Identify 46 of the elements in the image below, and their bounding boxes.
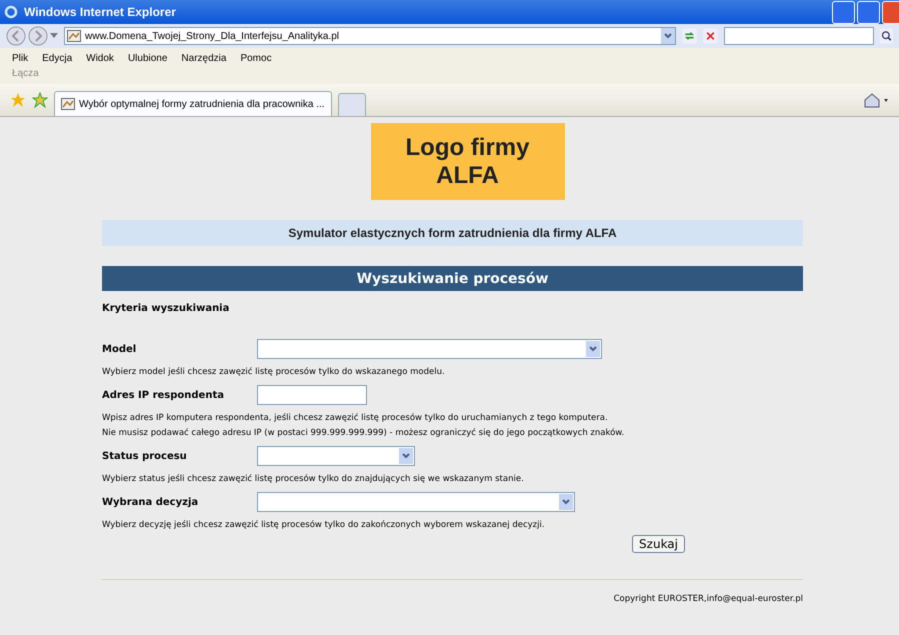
menu-item[interactable]: Ulubione [128,52,168,64]
browser-logo-icon [4,5,18,19]
logo-text: ALFA [436,162,499,190]
dropdown[interactable] [257,339,602,359]
new-tab-button[interactable] [338,93,366,116]
menu-item[interactable]: Narzędzia [181,52,226,64]
browser-tab[interactable]: Wybór optymalnej formy zatrudnienia dla pracownika ... [54,91,332,116]
input-field[interactable] [257,385,367,405]
refresh-icon[interactable] [682,27,698,45]
minimize-button[interactable] [832,0,855,24]
field-label: Status procesu [102,450,188,462]
field-label: Model [102,344,138,354]
hint-text: Wybierz decyzję jeśli chcesz zawęzić listę procesów tylko do zakończonych wyborem wskazanej decyzji. [102,519,546,532]
logo-text: Logo firmy [406,134,530,162]
caret-icon[interactable] [50,33,58,39]
menu-item[interactable]: Edycja [42,52,72,64]
home-icon[interactable] [863,92,889,108]
search-icon[interactable] [880,27,894,45]
menu-item[interactable]: Widok [86,52,114,64]
back-icon[interactable] [6,26,26,46]
subtitle-banner: Symulator elastycznych form zatrudnienia dla firmy ALFA [102,220,803,246]
copyright-text: Copyright EUROSTER,info@equal-euroster.pl [614,594,803,604]
page-icon [67,30,81,42]
dropdown[interactable] [257,492,575,512]
hint-text: Wpisz adres IP komputera respondenta, jeśli chcesz zawęzić listę procesów tylko do uruchamianych z tego komputera. [102,412,609,425]
maximize-button[interactable] [857,0,880,24]
add-favorite-icon[interactable] [32,92,48,108]
page-icon [61,98,75,110]
hint-text: Wybierz model jeśli chcesz zawęzić listę procesów tylko do wskazanego modelu. [102,366,446,379]
forward-icon[interactable] [28,26,48,46]
menu-item[interactable]: Plik [12,52,28,64]
hint-text: Nie musisz podawać całego adresu IP (w postaci 999.999.999.999) - możesz ograniczyć się do jego początkowych znaków. [102,427,626,440]
section-heading: Wyszukiwanie procesów [102,266,803,291]
star-icon[interactable] [10,92,26,108]
address-field[interactable]: www.Domena_Twojej_Strony_Dla_Interfejsu_Analityka.pl [64,27,676,45]
criteria-title: Kryteria wyszukiwania [102,303,230,314]
menu-item[interactable]: Pomoc [240,52,272,64]
field-label: Wybrana decyzja [102,496,200,508]
field-label: Adres IP respondenta [102,390,225,400]
search-field[interactable] [724,27,874,45]
hint-text: Wybierz status jeśli chcesz zawęzić listę procesów tylko do znajdujących się we wskazanym stanie. [102,473,525,486]
search-button[interactable]: Szukaj [632,535,685,553]
window-title: Windows Internet Explorer [24,5,177,19]
stop-icon[interactable] [703,27,718,45]
close-button[interactable] [882,0,899,24]
dropdown[interactable] [257,446,415,466]
